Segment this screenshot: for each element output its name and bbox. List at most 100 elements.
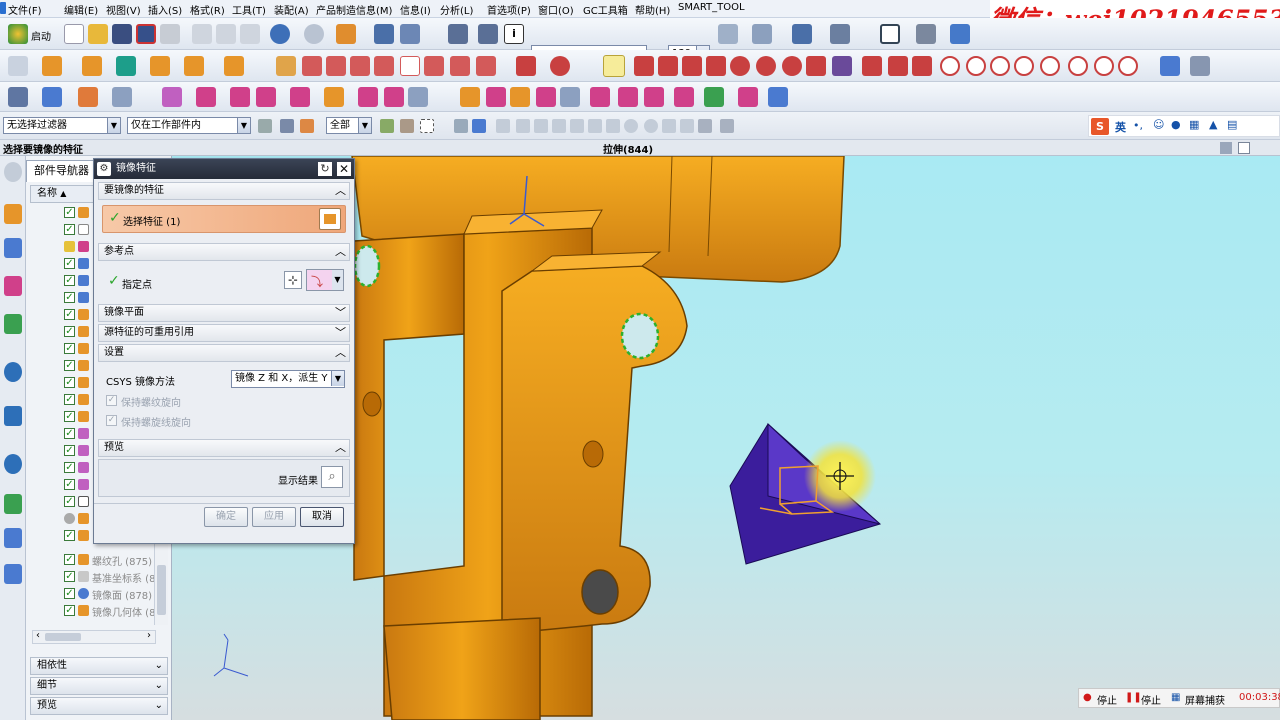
cylinder-icon[interactable] <box>224 56 244 76</box>
snap-control-icon[interactable] <box>516 119 530 133</box>
selected-hole-top-ear[interactable] <box>620 312 660 360</box>
pattern-icon[interactable] <box>408 87 428 107</box>
shell-icon[interactable] <box>324 87 344 107</box>
ime-clothes-icon[interactable]: ▲ <box>1209 118 1217 131</box>
sew-icon[interactable] <box>536 87 556 107</box>
filter-reset-icon[interactable] <box>258 119 272 133</box>
point-constructor-icon[interactable] <box>603 55 625 77</box>
visibility-checkbox[interactable]: ✓ <box>64 292 75 303</box>
snap-arc-center-icon[interactable] <box>552 119 566 133</box>
ime-emoji-icon[interactable]: ☺ <box>1153 118 1164 131</box>
subtract-icon[interactable] <box>196 87 216 107</box>
line-angle-icon[interactable] <box>706 56 726 76</box>
through-curves-icon[interactable] <box>590 87 610 107</box>
chevron-down-icon[interactable]: ﹀ <box>335 305 346 321</box>
preview-section[interactable]: 预览 ⌄ <box>30 697 168 715</box>
chevron-up-icon[interactable]: ︿ <box>335 345 346 361</box>
chamfer-curve-icon[interactable] <box>888 56 908 76</box>
screen-capture-label[interactable]: 屏幕捕获 <box>1185 692 1225 707</box>
circle-d-icon[interactable] <box>1014 56 1034 76</box>
matrix-icon[interactable] <box>832 56 852 76</box>
chevron-down-icon[interactable]: ▼ <box>358 118 371 133</box>
edit-object-icon[interactable] <box>374 24 394 44</box>
visibility-checkbox[interactable]: ✓ <box>64 309 75 320</box>
menu-analysis[interactable]: 分析(L) <box>440 2 473 17</box>
scroll-right-icon[interactable]: › <box>147 630 151 641</box>
menu-assembly[interactable]: 装配(A) <box>274 2 309 17</box>
chevron-down-icon[interactable]: ▼ <box>107 118 120 133</box>
settings-section[interactable]: 设置 ︿ <box>98 344 350 362</box>
gear-icon[interactable]: ⚙ <box>97 162 111 176</box>
type-filter-select[interactable]: 无选择过滤器 ▼ <box>3 117 121 134</box>
process-studio-icon[interactable] <box>4 528 22 548</box>
offset-face-icon[interactable] <box>384 87 404 107</box>
chevron-down-icon[interactable]: ⌄ <box>155 678 163 694</box>
visibility-checkbox[interactable]: ✓ <box>64 496 75 507</box>
measure-icon[interactable] <box>478 24 498 44</box>
visibility-checkbox[interactable]: ✓ <box>64 605 75 616</box>
chevron-down-icon[interactable]: ﹀ <box>335 325 346 341</box>
visibility-checkbox[interactable]: ✓ <box>64 571 75 582</box>
datum-plane-icon[interactable] <box>276 56 296 76</box>
circle-h-icon[interactable] <box>1118 56 1138 76</box>
chevron-down-icon[interactable]: ▼ <box>237 118 250 133</box>
scope-all-select[interactable]: 全部 ▼ <box>326 117 372 134</box>
revolve-icon[interactable] <box>82 56 102 76</box>
chevron-up-icon[interactable]: ︿ <box>335 183 346 199</box>
menu-format[interactable]: 格式(R) <box>190 2 225 17</box>
snap-intersect-icon[interactable] <box>534 119 548 133</box>
bottom-ear-hole[interactable] <box>581 569 619 615</box>
block-icon[interactable] <box>184 56 204 76</box>
grid-icon[interactable] <box>752 24 772 44</box>
copy-icon[interactable] <box>216 24 236 44</box>
snap-toggle-icon[interactable] <box>720 119 734 133</box>
arc-icon[interactable] <box>550 56 570 76</box>
apply-button[interactable]: 应用 <box>252 507 296 527</box>
start-icon[interactable] <box>8 24 28 44</box>
visibility-checkbox[interactable]: ✓ <box>64 343 75 354</box>
open-folder-icon[interactable] <box>88 24 108 44</box>
constraint-navigator-icon[interactable] <box>4 238 22 258</box>
swept-icon[interactable] <box>618 87 638 107</box>
intersect-curve-icon[interactable] <box>476 56 496 76</box>
reuse-library-icon[interactable] <box>4 314 22 334</box>
boss-icon[interactable] <box>150 56 170 76</box>
snap-quadrant-icon[interactable] <box>570 119 584 133</box>
keep-helix-handedness-option[interactable]: ✓ 保持螺旋线旋向 <box>106 414 306 430</box>
chevron-up-icon[interactable]: ︿ <box>335 244 346 260</box>
visibility-checkbox[interactable]: ✓ <box>64 411 75 422</box>
scroll-left-icon[interactable]: ‹ <box>36 630 40 641</box>
trim-curve-icon[interactable] <box>326 56 346 76</box>
maximize-window-icon[interactable] <box>1238 142 1250 154</box>
selection-scope-icon[interactable] <box>380 119 394 133</box>
print-icon[interactable] <box>160 24 180 44</box>
sogou-s-icon[interactable]: S <box>1091 118 1109 135</box>
snap-curve-icon[interactable] <box>606 119 620 133</box>
menu-insert[interactable]: 插入(S) <box>148 2 182 17</box>
eye-icon[interactable] <box>112 87 132 107</box>
offset-curve-icon[interactable] <box>374 56 394 76</box>
thicken-icon[interactable] <box>560 87 580 107</box>
visibility-checkbox[interactable]: ✓ <box>64 207 75 218</box>
circle-g-icon[interactable] <box>1094 56 1114 76</box>
bridge-curve-icon[interactable] <box>424 56 444 76</box>
fit-view-icon[interactable] <box>880 24 900 44</box>
resource-settings-icon[interactable] <box>4 162 22 182</box>
ime-punct-icon[interactable]: •, <box>1133 119 1143 132</box>
menu-view[interactable]: 视图(V) <box>106 2 141 17</box>
extend-curve-icon[interactable] <box>912 56 932 76</box>
visibility-checkbox[interactable]: ✓ <box>64 360 75 371</box>
intersect-icon[interactable] <box>230 87 250 107</box>
circle-3pt-icon[interactable] <box>730 56 750 76</box>
circle-c-icon[interactable] <box>990 56 1010 76</box>
spline-icon[interactable] <box>350 56 370 76</box>
assembly-navigator-icon[interactable] <box>4 204 22 224</box>
scope-filter-select[interactable]: 仅在工作部件内 ▼ <box>127 117 251 134</box>
cursor-location-icon[interactable] <box>792 24 812 44</box>
save-as-icon[interactable] <box>136 24 156 44</box>
line-icon[interactable] <box>516 56 536 76</box>
face-icon[interactable] <box>42 87 62 107</box>
eraser-icon[interactable] <box>78 87 98 107</box>
ime-lang-label[interactable]: 英 <box>1115 119 1126 135</box>
chevron-down-icon[interactable]: ⌄ <box>155 698 163 714</box>
